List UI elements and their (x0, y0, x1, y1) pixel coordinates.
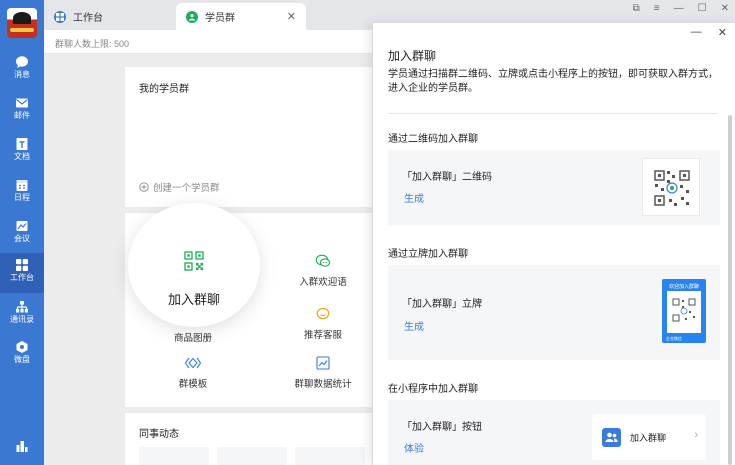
plus-circle-icon (139, 182, 149, 192)
colleague-item-placeholder (217, 447, 287, 465)
nav-item-label: 通讯录 (10, 315, 34, 324)
qrcode-option: 「加入群聊」二维码 生成 (388, 150, 720, 225)
nav-item-messages[interactable]: 消息 (0, 52, 44, 88)
close-icon[interactable]: ✕ (287, 10, 296, 23)
colleague-updates-card: 同事动态 (125, 413, 375, 465)
tool-label: 推荐客服 (303, 330, 342, 341)
nav-item-meeting[interactable]: 会议 (0, 216, 44, 252)
chevron-right-icon: › (694, 429, 698, 441)
my-groups-card: 我的学员群 创建一个学员群 (125, 67, 375, 207)
nav-item-docs[interactable]: 文档 (0, 134, 44, 170)
create-group-button[interactable]: 创建一个学员群 (139, 180, 220, 194)
avatar[interactable] (7, 8, 37, 38)
building-icon (16, 441, 28, 452)
tool-product-album[interactable]: 商品图册 (143, 330, 243, 344)
group-icon (602, 428, 621, 447)
tool-label: 商品图册 (173, 333, 212, 344)
standee-footer: 企业微信 (666, 336, 682, 341)
tab-student-group[interactable]: 学员群 ✕ (176, 3, 306, 30)
mini-program-option: 「加入群聊」按钮 体验 加入群聊 › (388, 400, 720, 465)
statistics-icon (316, 356, 330, 370)
tool-recommend-service[interactable]: 推荐客服 (273, 306, 373, 341)
service-chat-icon (316, 307, 330, 320)
scrollbar[interactable] (728, 115, 732, 465)
document-icon (16, 138, 28, 150)
tool-group-template[interactable]: 群模板 (143, 355, 243, 390)
colleague-item-placeholder (295, 447, 365, 465)
tool-label: 入群欢迎语 (299, 277, 347, 288)
standee-preview: 欢迎加入群聊 企业微信 (662, 279, 706, 343)
join-button-label: 加入群聊 (630, 433, 667, 443)
panel-description: 学员通过扫描群二维码、立牌或点击小程序上的按钮，即可获取入群方式，进入企业的学员… (388, 69, 718, 94)
drive-icon (16, 341, 28, 353)
nav-item-drive[interactable]: 微盘 (0, 337, 44, 373)
section-heading: 在小程序中加入群聊 (388, 384, 478, 395)
menu-icon[interactable]: ≡ (654, 3, 660, 14)
minimize-icon[interactable]: — (691, 26, 702, 39)
minimize-icon[interactable]: — (674, 3, 684, 14)
qrcode-icon (672, 298, 696, 322)
nav-item-more[interactable] (0, 436, 44, 456)
divider (388, 113, 718, 114)
contacts-icon (16, 301, 28, 313)
colleague-item-placeholder (139, 447, 209, 465)
tool-label: 群聊数据统计 (294, 379, 352, 390)
tab-label: 学员群 (205, 13, 235, 24)
option-label: 「加入群聊」立牌 (402, 299, 482, 310)
nav-item-contacts[interactable]: 通讯录 (0, 297, 44, 333)
meeting-icon (16, 221, 28, 231)
tool-welcome-message[interactable]: 入群欢迎语 (273, 253, 373, 288)
nav-item-label: 文档 (14, 152, 30, 161)
mail-icon (16, 98, 28, 108)
close-window-icon[interactable]: ✕ (721, 3, 729, 14)
welcome-chat-icon (315, 254, 331, 267)
maximize-icon[interactable]: ☐ (698, 3, 707, 14)
nav-item-label: 日程 (14, 193, 30, 202)
message-icon (16, 56, 28, 68)
tool-group-statistics[interactable]: 群聊数据统计 (273, 355, 373, 390)
nav-item-mail[interactable]: 邮件 (0, 93, 44, 129)
my-groups-title: 我的学员群 (139, 84, 189, 95)
qrcode-preview (642, 158, 700, 216)
panel-controls: — ✕ (691, 26, 727, 39)
template-icon (184, 357, 202, 369)
nav-item-label: 微盘 (14, 355, 30, 364)
tab-label: 工作台 (73, 13, 103, 24)
tool-join-group[interactable]: 加入群聊 (128, 203, 260, 327)
option-label: 「加入群聊」按钮 (402, 422, 482, 433)
nav-item-workbench[interactable]: 工作台 (0, 253, 44, 293)
group-tab-icon (186, 10, 198, 23)
join-group-panel: — ✕ 加入群聊 学员通过扫描群二维码、立牌或点击小程序上的按钮，即可获取入群方… (372, 23, 735, 465)
mini-program-join-button[interactable]: 加入群聊 › (592, 414, 706, 460)
qrcode-icon (654, 170, 690, 206)
workbench-tab-icon (54, 10, 66, 23)
section-heading: 通过二维码加入群聊 (388, 134, 478, 145)
tool-label: 加入群聊 (167, 292, 220, 307)
generate-standee-link[interactable]: 生成 (404, 318, 424, 333)
option-label: 「加入群聊」二维码 (402, 172, 492, 183)
qrcode-icon (184, 251, 204, 271)
workbench-icon (16, 259, 28, 271)
nav-item-label: 会议 (14, 234, 30, 243)
standee-option: 「加入群聊」立牌 生成 欢迎加入群聊 企业微信 (388, 265, 720, 360)
sidebar: 消息 邮件 文档 日程 会议 工作台 通讯录 微盘 (0, 0, 44, 465)
tool-label: 群模板 (178, 379, 208, 390)
pin-icon[interactable]: ⧉ (633, 3, 640, 14)
create-group-label: 创建一个学员群 (153, 183, 220, 194)
colleague-updates-title: 同事动态 (139, 429, 179, 440)
section-heading: 通过立牌加入群聊 (388, 249, 468, 260)
calendar-icon (16, 180, 28, 191)
window-controls: ⧉ ≡ — ☐ ✕ (633, 0, 729, 14)
standee-qrcode (667, 291, 701, 333)
nav-item-label: 消息 (14, 70, 30, 79)
try-button-link[interactable]: 体验 (404, 440, 424, 455)
close-icon[interactable]: ✕ (718, 26, 727, 39)
panel-title: 加入群聊 (388, 49, 437, 63)
nav-item-label: 邮件 (14, 111, 30, 120)
standee-title: 欢迎加入群聊 (668, 284, 699, 290)
generate-qrcode-link[interactable]: 生成 (404, 190, 424, 205)
nav-item-calendar[interactable]: 日程 (0, 175, 44, 211)
tab-workbench[interactable]: 工作台 (44, 3, 174, 30)
nav-item-label: 工作台 (10, 273, 34, 282)
